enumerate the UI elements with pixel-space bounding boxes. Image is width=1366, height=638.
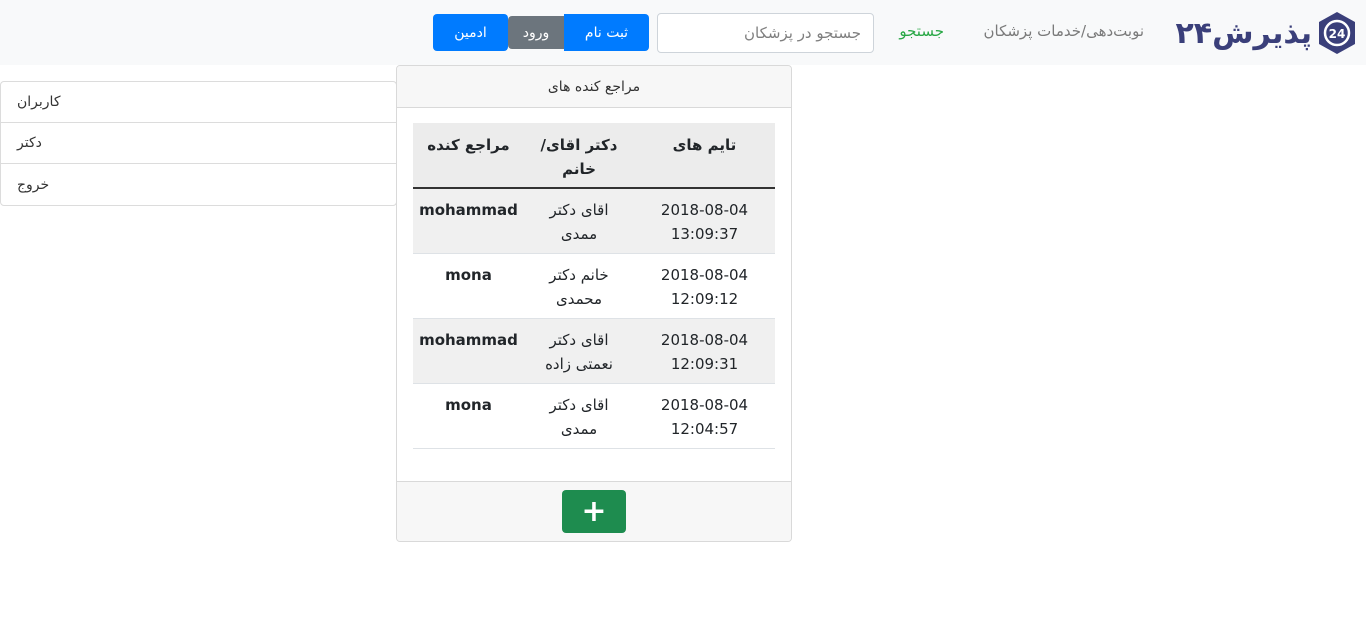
table-header-row: مراجع کنده دکتر اقای/ خانم تایم های (413, 123, 775, 189)
cell-time: 2018-08-04 12:09:31 (634, 318, 775, 384)
appointments-card: مراجع کنده های مراجع کنده دکتر اقای/ خان… (396, 65, 792, 542)
sidebar-item-doctor[interactable]: دکتر (1, 123, 396, 164)
table-row: mohammad اقای دکتر نعمتی زاده 2018-08-04… (413, 318, 775, 384)
sidebar-item-logout[interactable]: خروج (1, 164, 396, 205)
cell-date-text: 2018-08-04 (660, 395, 749, 414)
brand[interactable]: 24 پذیرش۲۴ (1175, 8, 1358, 58)
cell-patient: mona (413, 383, 524, 449)
sidebar-item-users[interactable]: کاربران (1, 82, 396, 123)
register-button[interactable]: ثبت نام (564, 14, 649, 51)
table-row: mona خانم دکتر محمدی 2018-08-04 12:09:12 (413, 253, 775, 319)
cell-date-text: 2018-08-04 (660, 201, 749, 219)
cell-patient: mona (413, 253, 524, 319)
navbar: 24 پذیرش۲۴ نوبت‌دهی/خدمات پزشکان جستجو ث… (0, 0, 1366, 65)
cell-time: 2018-08-04 13:09:37 (634, 188, 775, 254)
add-appointment-button[interactable]: + (562, 490, 626, 533)
appointments-table: مراجع کنده دکتر اقای/ خانم تایم های moha… (413, 123, 775, 449)
cell-date-text: 2018-08-04 (660, 330, 749, 349)
card-footer: + (397, 481, 791, 541)
admin-button[interactable]: ادمین (433, 14, 508, 51)
nav-link-search[interactable]: جستجو (899, 22, 944, 40)
logo-icon: 24 (1316, 10, 1358, 56)
column-header-time: تایم های (634, 123, 775, 189)
nav-link-services[interactable]: نوبت‌دهی/خدمات پزشکان (983, 22, 1144, 40)
cell-time: 2018-08-04 12:09:12 (634, 253, 775, 319)
cell-doctor: خانم دکتر محمدی (524, 253, 634, 319)
brand-name: پذیرش۲۴ (1175, 15, 1313, 51)
cell-doctor: اقای دکتر ممدی (524, 383, 634, 449)
login-button[interactable]: ورود (508, 16, 564, 49)
cell-patient: mohammad (413, 188, 524, 254)
cell-doctor: اقای دکتر نعمتی زاده (524, 318, 634, 384)
column-header-patient: مراجع کنده (413, 123, 524, 189)
table-row: mohammad اقای دکتر ممدی 2018-08-04 13:09:… (413, 188, 775, 254)
cell-date-text: 2018-08-04 (660, 265, 749, 284)
cell-time-text: 12:09:31 (670, 354, 739, 373)
cell-time-text: 12:04:57 (670, 419, 739, 438)
cell-time-text: 12:09:12 (670, 289, 739, 308)
cell-time: 2018-08-04 12:04:57 (634, 383, 775, 449)
cell-doctor: اقای دکتر ممدی (524, 188, 634, 254)
sidebar: کاربران دکتر خروج (0, 81, 397, 206)
column-header-doctor: دکتر اقای/ خانم (524, 123, 634, 189)
search-input[interactable] (657, 13, 874, 53)
brand-badge-text: 24 (1329, 27, 1346, 41)
cell-time-text: 13:09:37 (670, 225, 739, 243)
card-title: مراجع کنده های (397, 66, 791, 108)
cell-patient: mohammad (413, 318, 524, 384)
table-row: mona اقای دکتر ممدی 2018-08-04 12:04:57 (413, 383, 775, 449)
